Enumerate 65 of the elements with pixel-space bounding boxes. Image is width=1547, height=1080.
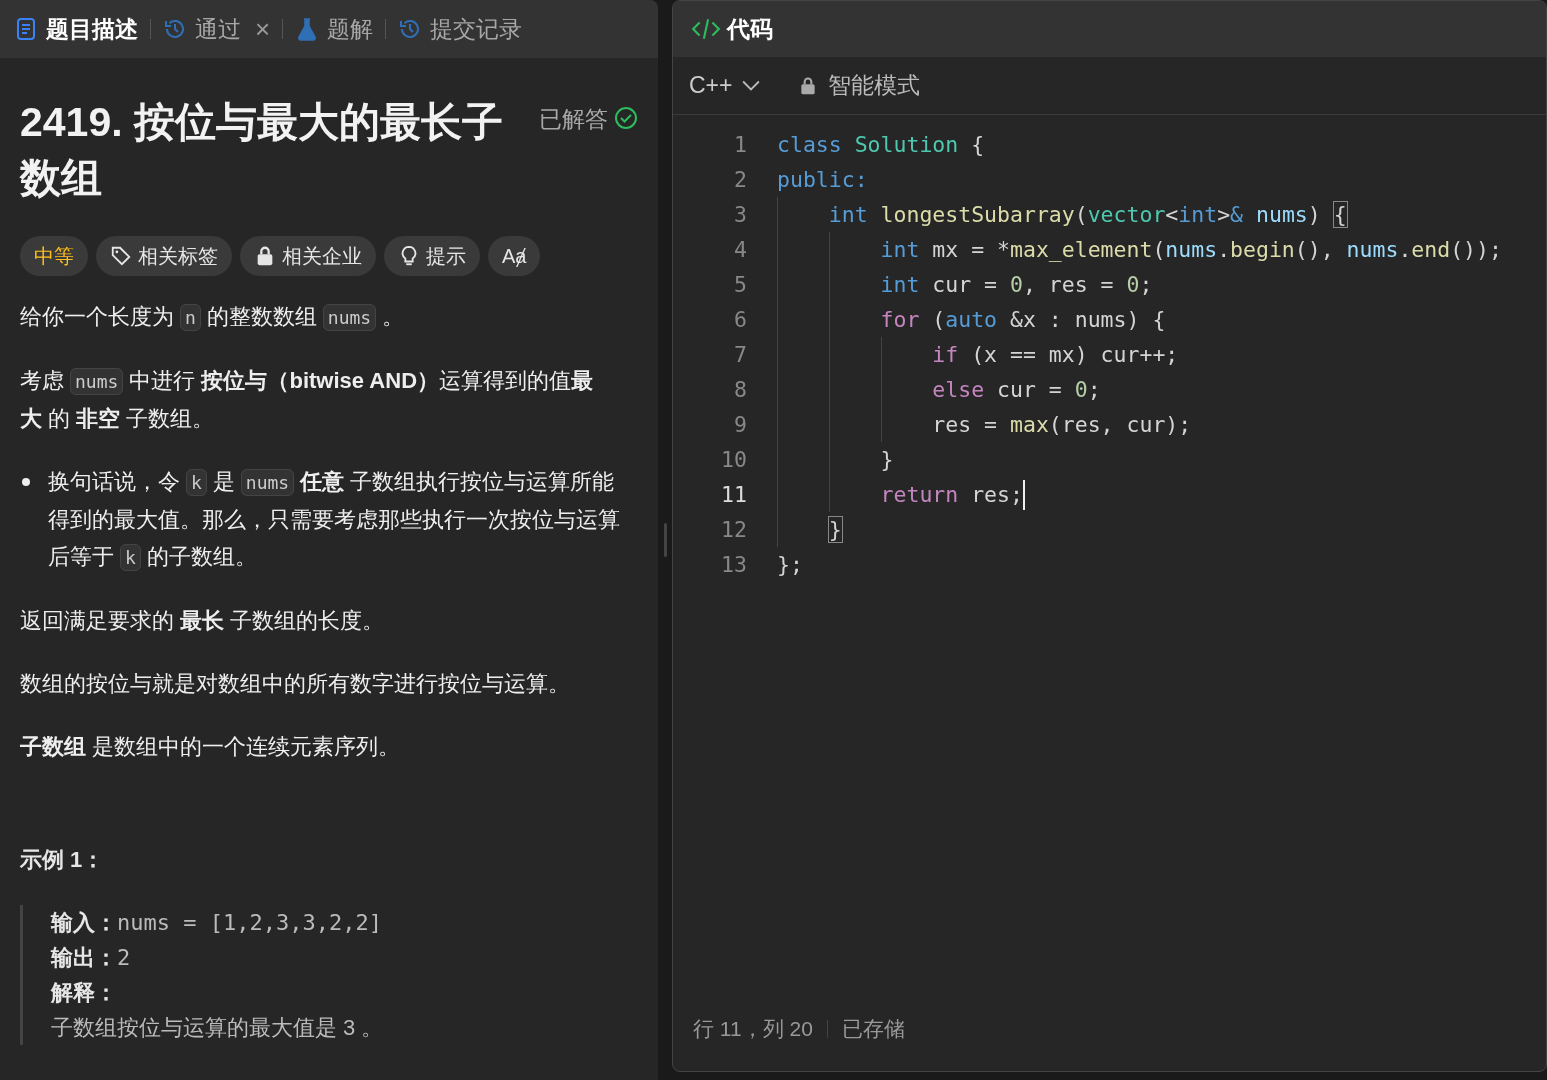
code-line: else cur = 0; bbox=[931, 377, 1101, 402]
line-number: 2 bbox=[733, 167, 748, 192]
example-label: 输入： bbox=[51, 910, 117, 935]
difficulty-badge[interactable]: 中等 bbox=[20, 236, 88, 276]
line-number: 1 bbox=[733, 132, 748, 157]
line-number: 9 bbox=[733, 412, 748, 437]
close-button[interactable]: × bbox=[255, 13, 271, 45]
problem-tab[interactable]: 题解 bbox=[295, 13, 374, 45]
line-number: 10 bbox=[720, 447, 748, 472]
tag-chip[interactable]: 相关企业 bbox=[240, 236, 376, 276]
line-number: 4 bbox=[733, 237, 748, 262]
description-text: 返回满足要求的 最长 子数组的长度。 bbox=[20, 607, 386, 635]
description-text: 考虑 nums 中进行 按位与（bitwise AND）运算得到的值最大 的 非空 子数组。 bbox=[20, 367, 594, 433]
description-text: 数组的按位与就是对数组中的所有数字进行按位与运算。 bbox=[20, 670, 571, 698]
code-line: } bbox=[827, 517, 842, 542]
code-line: } bbox=[879, 447, 894, 472]
code-line: return res; bbox=[879, 482, 1023, 507]
save-status: 已存储 bbox=[841, 1016, 905, 1042]
document-icon bbox=[14, 17, 38, 41]
code-line: class Solution { bbox=[777, 132, 985, 157]
mode-label: 智能模式 bbox=[828, 71, 921, 100]
panel-title: 代码 bbox=[727, 14, 773, 44]
code-line: }; bbox=[777, 552, 803, 577]
code-line: public: bbox=[777, 167, 868, 192]
description-text: 给你一个长度为 n 的整数数组 nums 。 bbox=[20, 303, 406, 333]
tag-chip[interactable]: Aⱥ bbox=[488, 236, 541, 276]
code-line: res = max(res, cur); bbox=[931, 412, 1192, 437]
solved-status: 已解答 bbox=[539, 105, 608, 134]
problem-tab[interactable]: 通过 × bbox=[163, 13, 271, 45]
text-cursor bbox=[1022, 479, 1025, 510]
description-text: 子数组 是数组中的一个连续元素序列。 bbox=[20, 733, 402, 761]
chevron-down-icon bbox=[742, 79, 761, 92]
problem-tab[interactable]: 提交记录 bbox=[398, 13, 523, 45]
line-number: 3 bbox=[733, 202, 748, 227]
line-number: 13 bbox=[720, 552, 748, 577]
bullet-dot bbox=[22, 478, 30, 486]
problem-tab[interactable]: 题目描述 bbox=[14, 13, 138, 45]
line-number: 6 bbox=[733, 307, 748, 332]
code-line: if (x == mx) cur++; bbox=[931, 342, 1179, 367]
history-icon bbox=[163, 17, 187, 41]
code-line: for (auto &x : nums) { bbox=[879, 307, 1166, 332]
line-number: 8 bbox=[733, 377, 748, 402]
line-number: 11 bbox=[720, 482, 748, 507]
code-line: int longestSubarray(vector<int>& nums) { bbox=[827, 202, 1347, 227]
check-circle-icon bbox=[614, 106, 638, 130]
example-value: 2 bbox=[117, 945, 131, 970]
example-value: nums = [1,2,3,3,2,2] bbox=[117, 910, 382, 935]
line-number: 5 bbox=[733, 272, 748, 297]
problem-title: 2419. 按位与最大的最长子数组 bbox=[20, 98, 504, 203]
example-explanation: 子数组按位与运算的最大值是 3 。 bbox=[51, 1014, 385, 1042]
line-number: 12 bbox=[720, 517, 748, 542]
example-label: 输出： bbox=[51, 945, 117, 970]
code-icon bbox=[691, 16, 721, 42]
tag-chip[interactable]: 提示 bbox=[384, 236, 480, 276]
code-line: int mx = *max_element(nums.begin(), nums.end()); bbox=[879, 237, 1502, 262]
example-label: 解释： bbox=[51, 980, 117, 1005]
tag-chip[interactable]: 相关标签 bbox=[96, 236, 232, 276]
resize-handle[interactable] bbox=[663, 523, 667, 557]
language-dropdown[interactable]: C++ bbox=[689, 72, 761, 99]
description-text: 换句话说，令 k 是 nums 任意 子数组执行按位与运算所能得到的最大值。那么，只需要考虑那些执行一次按位与运算后等于 k 的子数组。 bbox=[48, 468, 621, 573]
example-title: 示例 1： bbox=[20, 846, 106, 874]
tag-icon bbox=[110, 245, 132, 267]
code-line: int cur = 0, res = 0; bbox=[879, 272, 1153, 297]
cursor-position: 行 11，列 20 bbox=[693, 1016, 813, 1042]
line-number: 7 bbox=[733, 342, 748, 367]
